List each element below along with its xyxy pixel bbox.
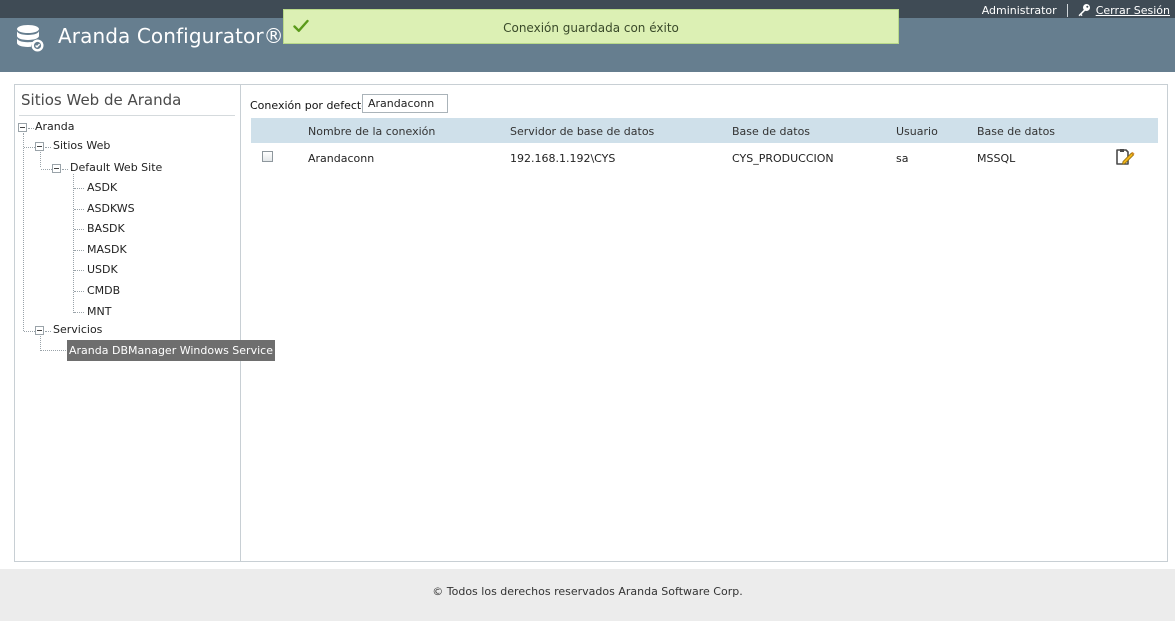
tree-connector: [24, 331, 35, 332]
copyright-text: © Todos los derechos reservados Aranda S…: [432, 585, 743, 598]
tree-connector: [28, 128, 34, 129]
user-area: Administrator Cerrar Sesión: [982, 3, 1170, 17]
tree-connector: [40, 336, 41, 351]
main-frame: Sitios Web de Aranda Aranda Sitios Web D…: [14, 84, 1168, 562]
collapse-icon[interactable]: [35, 142, 44, 151]
tree-connector: [23, 133, 24, 331]
table-header: Nombre de la conexión Servidor de base d…: [251, 118, 1158, 143]
cell-user: sa: [896, 152, 909, 165]
main-content: Conexión por defecto Nombre de la conexi…: [242, 85, 1167, 561]
notification-message: Conexión guardada con éxito: [503, 21, 679, 35]
tree-node-sitios-web[interactable]: Sitios Web: [53, 138, 110, 154]
tree-node-site[interactable]: CMDB: [87, 283, 120, 299]
collapse-icon[interactable]: [18, 123, 27, 132]
tree-connector: [74, 229, 84, 230]
sidebar: Sitios Web de Aranda Aranda Sitios Web D…: [15, 85, 275, 561]
tree-connector: [45, 331, 51, 332]
column-header-name[interactable]: Nombre de la conexión: [308, 125, 435, 138]
column-header-engine[interactable]: Base de datos: [977, 125, 1055, 138]
tree-node-site[interactable]: MNT: [87, 304, 111, 320]
app-title: Aranda Configurator®: [58, 24, 284, 48]
key-icon: [1078, 4, 1090, 17]
logout-link[interactable]: Cerrar Sesión: [1096, 4, 1170, 17]
tree-node-servicios[interactable]: Servicios: [53, 322, 102, 338]
tree-connector: [40, 152, 41, 167]
cell-server: 192.168.1.192\CYS: [510, 152, 616, 165]
cell-database: CYS_PRODUCCION: [732, 152, 834, 165]
tree-node-site[interactable]: USDK: [87, 262, 118, 278]
user-name: Administrator: [981, 3, 1057, 17]
tree-connector: [24, 147, 35, 148]
tree-node-site[interactable]: ASDK: [87, 180, 117, 196]
tree-connector: [74, 270, 84, 271]
column-header-server[interactable]: Servidor de base de datos: [510, 125, 654, 138]
footer: © Todos los derechos reservados Aranda S…: [0, 569, 1175, 621]
tree-node-aranda[interactable]: Aranda: [35, 119, 74, 135]
database-icon: [17, 25, 44, 52]
divider: [19, 115, 235, 116]
cell-engine: MSSQL: [977, 152, 1016, 165]
tree-connector: [74, 209, 84, 210]
row-checkbox[interactable]: [262, 151, 273, 162]
cell-connection-name: Arandaconn: [308, 152, 375, 165]
tree-node-site[interactable]: BASDK: [87, 221, 125, 237]
tree-connector: [41, 350, 66, 351]
tree-connector: [62, 169, 68, 170]
divider: [1066, 3, 1068, 17]
tree-connector: [45, 147, 51, 148]
column-header-database[interactable]: Base de datos: [732, 125, 810, 138]
tree-node-default-web-site[interactable]: Default Web Site: [70, 160, 162, 176]
tree-connector: [74, 188, 84, 189]
tree-connector: [41, 169, 52, 170]
tree-connector: [73, 174, 74, 313]
tree-connector: [74, 291, 84, 292]
table-row[interactable]: Arandaconn 192.168.1.192\CYS CYS_PRODUCC…: [251, 144, 1158, 169]
collapse-icon[interactable]: [35, 326, 44, 335]
column-header-user[interactable]: Usuario: [896, 125, 938, 138]
tree-node-site[interactable]: ASDKWS: [87, 201, 135, 217]
tree-connector: [74, 312, 84, 313]
sidebar-title: Sitios Web de Aranda: [21, 91, 182, 109]
tree-connector: [74, 250, 84, 251]
default-connection-label: Conexión por defecto: [250, 99, 368, 112]
edit-icon[interactable]: [1113, 146, 1135, 168]
default-connection-field[interactable]: [362, 94, 448, 113]
tree-node-site[interactable]: MASDK: [87, 242, 127, 258]
success-notification: Conexión guardada con éxito: [283, 9, 899, 44]
collapse-icon[interactable]: [52, 164, 61, 173]
